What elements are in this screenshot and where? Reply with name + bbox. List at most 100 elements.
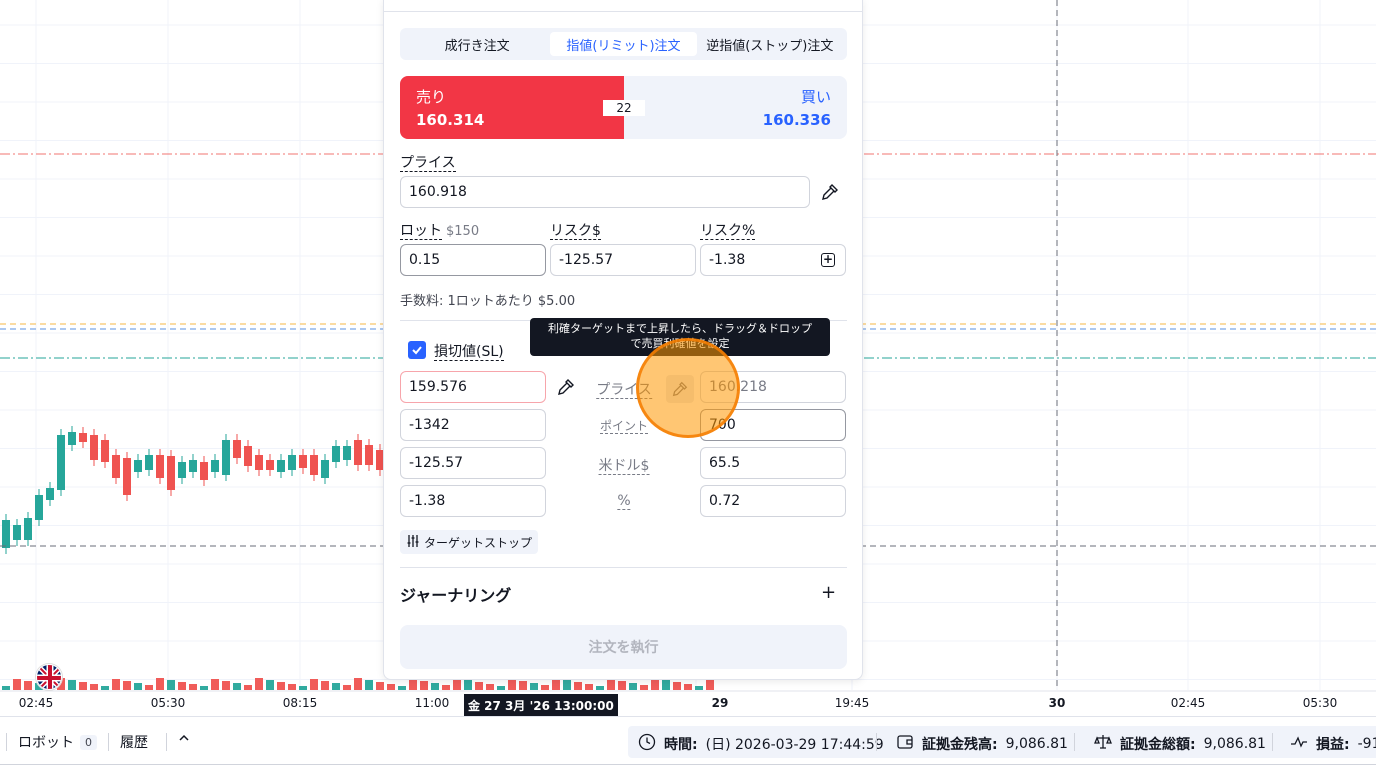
sliders-icon [406, 534, 420, 551]
price-input[interactable]: 160.918 [400, 176, 810, 208]
lot-label: ロット $150 [400, 223, 480, 240]
volume-bar [585, 684, 593, 690]
volume-bar [134, 683, 142, 690]
candle-body [13, 525, 21, 540]
eyedropper-icon[interactable] [818, 180, 842, 204]
target-stop-label: ターゲットストップ [424, 535, 533, 550]
volume-bar [695, 686, 703, 690]
volume-bar [574, 682, 582, 690]
volume-bar [376, 682, 384, 690]
candle-body [134, 460, 142, 472]
stop-loss-checkbox[interactable] [408, 341, 426, 359]
tp-points-input[interactable]: 700 [700, 409, 846, 441]
candle-body [310, 455, 318, 475]
eyedropper-icon[interactable] [554, 375, 578, 399]
risk-pct-input[interactable]: -1.38 + [700, 244, 846, 276]
candle-body [145, 455, 153, 470]
tab-stop-order[interactable]: 逆指値(ストップ)注文 [697, 32, 843, 56]
order-type-tabs: 成行き注文 指値(リミット)注文 逆指値(ストップ)注文 [400, 28, 847, 60]
time-value: (日) 2026-03-29 17:44:59 [705, 737, 884, 753]
balance: 証拠金残高: 9,086.81 [896, 733, 1068, 755]
divider [6, 733, 7, 751]
fee-text: 手数料: 1ロットあたり $5.00 [400, 294, 576, 309]
tp-usd-input[interactable]: 65.5 [700, 447, 846, 479]
candle-body [343, 446, 351, 460]
plus-box-icon[interactable]: + [821, 253, 835, 267]
uk-flag-icon[interactable] [36, 664, 62, 690]
time-axis-tick: 29 [711, 696, 729, 710]
sl-points-input[interactable]: -1342 [400, 409, 546, 441]
volume-bar [684, 684, 692, 690]
volume-bar [365, 680, 373, 690]
volume-bar [266, 680, 274, 690]
risk-usd-input[interactable]: -125.57 [550, 244, 696, 276]
volume-bar [563, 680, 571, 690]
tp-pct-input[interactable]: 0.72 [700, 485, 846, 517]
volume-bar [508, 679, 516, 690]
volume-bar [497, 686, 505, 690]
candle-body [321, 460, 329, 478]
sell-price: 160.314 [416, 111, 485, 129]
candle-body [211, 460, 219, 472]
time-axis-tick: 02:45 [18, 696, 54, 710]
volume-bar [112, 679, 120, 690]
sl-pct-input[interactable]: -1.38 [400, 485, 546, 517]
candle-body [57, 435, 65, 490]
candle-body [156, 455, 164, 478]
candle-body [68, 432, 76, 445]
tab-market-order[interactable]: 成行き注文 [404, 32, 550, 56]
volume-bar [123, 681, 131, 690]
price-label: プライス [400, 155, 456, 172]
crosshair-time-label: 金 27 3月 '26 13:00:00 [464, 694, 618, 717]
volume-bar [629, 683, 637, 690]
tp-price-input[interactable]: 160.​218 [700, 371, 846, 403]
candle-body [266, 460, 274, 470]
divider [166, 733, 167, 751]
journal-add-icon[interactable]: + [821, 582, 836, 603]
robot-count-badge: 0 [80, 734, 97, 750]
scale-icon [1094, 733, 1112, 755]
candle-body [2, 520, 10, 548]
candle-body [222, 440, 230, 475]
chevron-up-icon[interactable] [178, 732, 190, 744]
sl-usd-input[interactable]: -125.57 [400, 447, 546, 479]
candle-body [123, 458, 131, 495]
time-axis-tick: 19:45 [834, 696, 870, 710]
candle-body [46, 488, 54, 500]
robot-label: ロボット [18, 735, 74, 751]
panel-header-divider [384, 11, 862, 12]
buy-button[interactable]: 買い 160.336 [624, 76, 847, 139]
history-tab[interactable]: 履歴 [120, 732, 148, 752]
tp-eyedropper-icon[interactable] [666, 375, 694, 403]
target-stop-button[interactable]: ターゲットストップ [400, 530, 539, 554]
candle-body [277, 460, 285, 472]
volume-bar [101, 686, 109, 690]
volume-bar [233, 683, 241, 690]
candle-body [200, 462, 208, 480]
sell-button[interactable]: 売り 160.314 [400, 76, 624, 139]
drag-tooltip: 利確ターゲットまで上昇したら、ドラッグ＆ドロップ で売買利確値を設定 [530, 318, 830, 356]
lot-input[interactable]: 0.15 [400, 244, 546, 276]
candle-body [365, 445, 373, 465]
equity-label: 証拠金総額: [1120, 737, 1196, 753]
candle-body [189, 460, 197, 472]
robot-tab[interactable]: ロボット 0 [18, 732, 97, 752]
pnl-wave-icon [1290, 733, 1308, 755]
volume-bar [145, 685, 153, 690]
volume-bar [673, 682, 681, 690]
sl-price-input[interactable]: 159.576 [400, 371, 546, 403]
candle-body [101, 440, 109, 462]
time-axis-tick: 08:15 [282, 696, 318, 710]
volume-bar [706, 679, 714, 690]
candle-body [167, 456, 175, 490]
execute-order-button[interactable]: 注文を執行 [400, 625, 847, 669]
time-axis-tick: 05:30 [150, 696, 186, 710]
divider [400, 567, 847, 568]
divider [1074, 733, 1075, 751]
candle-body [79, 433, 87, 442]
pct-label: % [617, 493, 631, 510]
tab-limit-order[interactable]: 指値(リミット)注文 [550, 32, 697, 56]
account-status-panel: 時間: (日) 2026-03-29 17:44:59 証拠金残高: 9,086… [628, 726, 1376, 758]
volume-bar [332, 683, 340, 690]
equity: 証拠金総額: 9,086.81 [1094, 733, 1266, 755]
